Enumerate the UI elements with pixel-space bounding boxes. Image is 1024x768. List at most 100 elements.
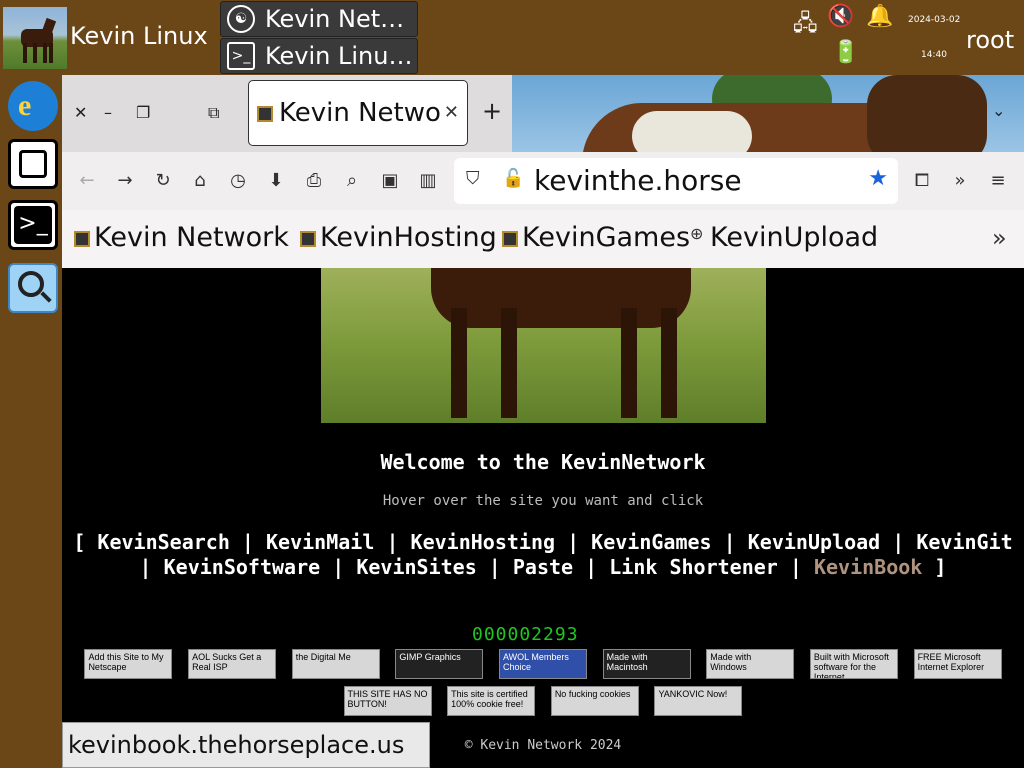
- firefox-icon: ☯: [227, 5, 255, 33]
- network-icon[interactable]: 🖧: [793, 6, 818, 44]
- bookmarks-overflow-icon[interactable]: »: [992, 224, 1007, 252]
- status-bar-url: kevinbook.thehorseplace.us: [62, 722, 430, 768]
- link-link-shortener[interactable]: Link Shortener: [609, 555, 778, 579]
- app-dock: e >_: [0, 75, 62, 768]
- clock-date: 2024-03-02: [908, 15, 961, 25]
- bookmark-kevingames[interactable]: KevinGames: [502, 222, 690, 253]
- taskbar-item-terminal[interactable]: >_ Kevin Linu…: [220, 38, 418, 74]
- link-kevinbook[interactable]: KevinBook: [814, 555, 922, 579]
- bookmark-kevin-network[interactable]: Kevin Network: [74, 222, 289, 253]
- link-kevinsearch[interactable]: KevinSearch: [97, 530, 229, 554]
- badge-windows[interactable]: Made with Windows: [706, 649, 795, 679]
- badge-awol[interactable]: AWOL Members Choice: [499, 649, 587, 679]
- shield-icon[interactable]: ⛉: [466, 168, 480, 189]
- print-icon[interactable]: ⎙: [302, 170, 326, 191]
- horse-hero-image: [321, 268, 766, 423]
- separator: |: [892, 530, 905, 554]
- separator: |: [585, 555, 598, 579]
- tab-title: Kevin Netwo: [279, 98, 441, 128]
- taskbar-item-label: Kevin Net…: [265, 5, 405, 33]
- bracket: [: [73, 530, 86, 554]
- reload-icon[interactable]: ↻: [151, 170, 175, 191]
- tab-bar: ✕ – ❐ ⧉ Kevin Netwo ✕ + ⌄: [62, 75, 1024, 211]
- separator: |: [723, 530, 736, 554]
- badge-gimp[interactable]: GIMP Graphics: [395, 649, 484, 679]
- search-icon[interactable]: ⌕: [340, 170, 364, 191]
- bookmark-kevinupload[interactable]: ⊕ KevinUpload: [690, 222, 878, 253]
- overflow-chevron-icon[interactable]: »: [948, 170, 972, 191]
- minimize-icon[interactable]: –: [104, 103, 112, 122]
- tab-list-chevron-icon[interactable]: ⌄: [992, 101, 1005, 120]
- link-kevinsoftware[interactable]: KevinSoftware: [164, 555, 321, 579]
- link-kevinsites[interactable]: KevinSites: [356, 555, 476, 579]
- extensions-icon[interactable]: ⧠: [910, 170, 934, 191]
- user-name[interactable]: root: [966, 26, 1014, 54]
- browser-window: ✕ – ❐ ⧉ Kevin Netwo ✕ + ⌄ ← → ↻ ⌂ ◷ ⬇ ⎙ …: [62, 75, 1024, 768]
- tab-overview-icon[interactable]: ⧉: [208, 103, 219, 123]
- taskbar-item-browser[interactable]: ☯ Kevin Net…: [220, 1, 418, 37]
- volume-muted-icon[interactable]: 🔇: [827, 4, 854, 29]
- url-bar[interactable]: ⛉ 🔓 kevinthe.horse ★: [454, 158, 898, 204]
- menu-icon[interactable]: ≡: [986, 170, 1010, 191]
- folder-icon[interactable]: ▣: [378, 170, 402, 191]
- badge-digital-me[interactable]: the Digital Me: [291, 649, 380, 679]
- tab-favicon-icon: [257, 106, 273, 122]
- favicon-icon: [300, 231, 316, 247]
- badge-microsoft[interactable]: Built with Microsoft software for the In…: [809, 649, 898, 679]
- bookmark-label: Kevin Network: [94, 222, 289, 253]
- page-content: Welcome to the KevinNetwork Hover over t…: [62, 268, 1024, 768]
- terminal-icon[interactable]: >_: [8, 200, 58, 250]
- bell-icon[interactable]: 🔔: [866, 4, 893, 29]
- url-text[interactable]: kevinthe.horse: [534, 164, 742, 197]
- history-icon[interactable]: ◷: [226, 170, 250, 191]
- badge-aol-sucks[interactable]: AOL Sucks Get a Real ISP: [188, 649, 277, 679]
- close-tab-icon[interactable]: ✕: [444, 81, 459, 145]
- link-kevinhosting[interactable]: KevinHosting: [411, 530, 556, 554]
- terminal-icon: >_: [227, 42, 255, 70]
- link-paste[interactable]: Paste: [513, 555, 573, 579]
- insecure-lock-icon[interactable]: 🔓: [502, 168, 524, 189]
- separator: |: [139, 555, 152, 579]
- visitor-counter: 000002293: [472, 624, 579, 645]
- badge-netscape[interactable]: Add this Site to My Netscape: [84, 649, 173, 679]
- favicon-icon: [502, 231, 518, 247]
- badge-yankovic[interactable]: YANKOVIC Now!: [654, 686, 743, 716]
- clock-time: 14:40: [921, 50, 947, 60]
- hover-instruction: Hover over the site you want and click: [382, 493, 704, 509]
- downloads-icon[interactable]: ⬇: [264, 170, 288, 191]
- welcome-heading: Welcome to the KevinNetwork: [380, 450, 706, 474]
- back-icon[interactable]: ←: [75, 170, 99, 191]
- favicon-icon: [74, 231, 90, 247]
- web-badges: Add this Site to My Netscape AOL Sucks G…: [62, 649, 1024, 723]
- new-tab-icon[interactable]: +: [482, 97, 502, 125]
- link-kevinmail[interactable]: KevinMail: [266, 530, 374, 554]
- separator: |: [332, 555, 345, 579]
- forward-icon[interactable]: →: [113, 170, 137, 191]
- top-panel: Kevin Linux ☯ Kevin Net… >_ Kevin Linu… …: [0, 0, 1024, 75]
- bookmark-star-icon[interactable]: ★: [868, 166, 888, 191]
- home-icon[interactable]: ⌂: [188, 170, 212, 191]
- battery-charging-icon[interactable]: 🔋: [832, 40, 859, 65]
- badge-no-button[interactable]: THIS SITE HAS NO BUTTON!: [343, 686, 432, 716]
- bookmark-kevinhosting[interactable]: KevinHosting: [300, 222, 497, 253]
- reader-view-icon[interactable]: ▥: [416, 170, 440, 191]
- internet-explorer-icon[interactable]: e: [8, 81, 58, 131]
- link-kevinupload[interactable]: KevinUpload: [748, 530, 880, 554]
- badge-macintosh[interactable]: Made with Macintosh: [602, 649, 691, 679]
- badge-no-cookies[interactable]: No fucking cookies: [550, 686, 639, 716]
- bookmarks-bar: Kevin Network KevinHosting KevinGames ⊕ K…: [62, 210, 1024, 268]
- bracket: ]: [934, 555, 947, 579]
- bookmark-label: KevinHosting: [320, 222, 497, 253]
- badge-internet-explorer[interactable]: FREE Microsoft Internet Explorer: [913, 649, 1002, 679]
- separator: |: [567, 530, 580, 554]
- close-window-icon[interactable]: ✕: [74, 103, 87, 122]
- link-kevingames[interactable]: KevinGames: [591, 530, 711, 554]
- globe-icon: ⊕: [690, 224, 704, 243]
- badge-cookie-free[interactable]: This site is certified 100% cookie free!: [447, 686, 536, 716]
- file-manager-icon[interactable]: [8, 139, 58, 189]
- link-kevingit[interactable]: KevinGit: [916, 530, 1012, 554]
- magnifier-icon[interactable]: [8, 263, 58, 313]
- horse-avatar-image[interactable]: [3, 7, 67, 69]
- tab-active[interactable]: Kevin Netwo ✕: [248, 80, 468, 146]
- restore-icon[interactable]: ❐: [136, 103, 150, 122]
